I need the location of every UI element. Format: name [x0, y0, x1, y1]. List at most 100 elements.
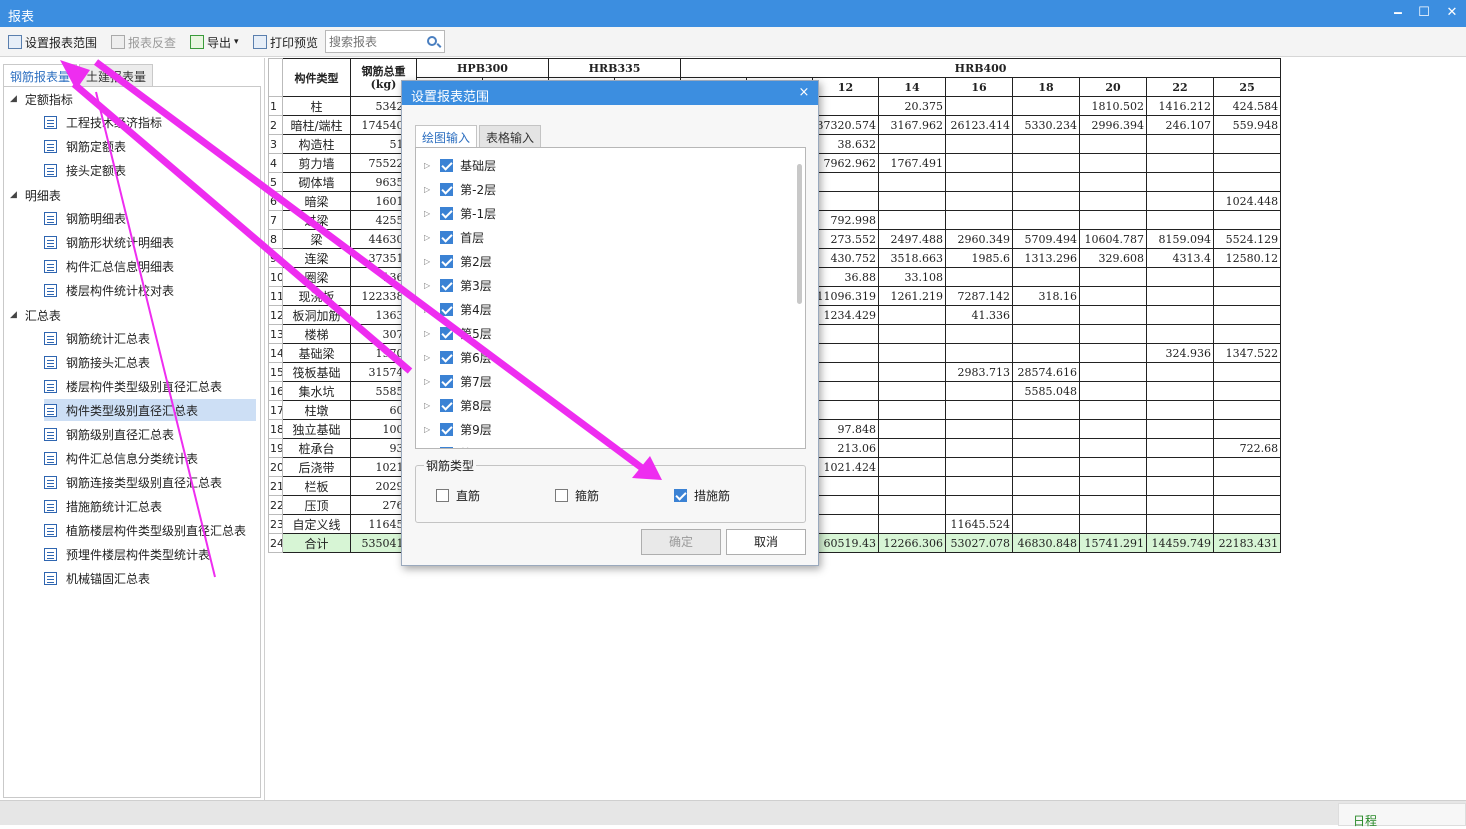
rebar-type-checkbox[interactable] — [436, 489, 449, 502]
data-cell[interactable] — [1146, 286, 1215, 306]
data-cell[interactable] — [812, 400, 880, 420]
data-cell[interactable] — [1012, 324, 1081, 344]
data-cell[interactable]: 3167.962 — [878, 115, 947, 135]
data-cell[interactable]: 1810.502 — [1079, 96, 1148, 116]
data-cell[interactable] — [878, 191, 947, 211]
data-cell[interactable] — [1146, 210, 1215, 230]
tree-item[interactable]: 钢筋明细表 — [44, 207, 130, 229]
data-cell[interactable] — [1079, 381, 1148, 401]
floor-item[interactable]: ▷ 第4层 — [424, 299, 492, 319]
expand-arrow-icon[interactable]: ▷ — [424, 281, 430, 290]
data-cell[interactable] — [1079, 362, 1148, 382]
data-cell[interactable] — [812, 495, 880, 515]
data-cell[interactable] — [945, 381, 1014, 401]
component-type-cell[interactable]: 集水坑 — [282, 381, 351, 401]
floor-checkbox[interactable] — [440, 182, 454, 196]
rebar-type-option[interactable]: 箍筋 — [555, 487, 599, 504]
data-cell[interactable]: 38.632 — [812, 134, 880, 154]
data-cell[interactable] — [945, 343, 1014, 363]
data-cell[interactable] — [1079, 438, 1148, 458]
data-cell[interactable] — [1012, 476, 1081, 496]
data-cell[interactable] — [1079, 514, 1148, 534]
data-cell[interactable] — [878, 514, 947, 534]
data-cell[interactable] — [1213, 362, 1282, 382]
component-type-cell[interactable]: 桩承台 — [282, 438, 351, 458]
data-cell[interactable]: 37320.574 — [812, 115, 880, 135]
data-cell[interactable] — [1213, 495, 1282, 515]
data-cell[interactable] — [1213, 514, 1282, 534]
expand-arrow-icon[interactable]: ▷ — [424, 449, 430, 450]
component-type-cell[interactable]: 楼梯 — [282, 324, 351, 344]
data-cell[interactable]: 1261.219 — [878, 286, 947, 306]
data-cell[interactable]: 10604.787 — [1079, 229, 1148, 249]
data-cell[interactable] — [945, 476, 1014, 496]
data-cell[interactable]: 7962.962 — [812, 153, 880, 173]
floor-checkbox[interactable] — [440, 206, 454, 220]
data-cell[interactable]: 5585.048 — [1012, 381, 1081, 401]
data-cell[interactable]: 5330.234 — [1012, 115, 1081, 135]
data-cell[interactable] — [1012, 210, 1081, 230]
data-cell[interactable] — [945, 324, 1014, 344]
component-type-cell[interactable]: 压顶 — [282, 495, 351, 515]
data-cell[interactable] — [1079, 191, 1148, 211]
data-cell[interactable] — [1012, 457, 1081, 477]
data-cell[interactable]: 60519.43 — [812, 533, 880, 553]
data-cell[interactable]: 46830.848 — [1012, 533, 1081, 553]
component-type-cell[interactable]: 剪力墙 — [282, 153, 351, 173]
tree-group[interactable]: ◢ 汇总表 — [10, 305, 61, 325]
data-cell[interactable]: 26123.414 — [945, 115, 1014, 135]
tree-item[interactable]: 楼层构件统计校对表 — [44, 279, 178, 301]
data-cell[interactable] — [878, 457, 947, 477]
tree-item[interactable]: 机械锚固汇总表 — [44, 567, 154, 589]
search-icon[interactable] — [427, 36, 437, 46]
data-cell[interactable]: 22183.431 — [1213, 533, 1282, 553]
component-type-cell[interactable]: 现浇板 — [282, 286, 351, 306]
tree-item[interactable]: 措施筋统计汇总表 — [44, 495, 166, 517]
data-cell[interactable]: 20.375 — [878, 96, 947, 116]
tree-item[interactable]: 预埋件楼层构件类型统计表 — [44, 543, 214, 565]
data-cell[interactable]: 5709.494 — [1012, 229, 1081, 249]
component-type-cell[interactable]: 连梁 — [282, 248, 351, 268]
floor-item[interactable]: ▷ 第10层 — [424, 443, 499, 450]
data-cell[interactable] — [945, 134, 1014, 154]
component-type-cell[interactable]: 基础梁 — [282, 343, 351, 363]
component-type-cell[interactable]: 构造柱 — [282, 134, 351, 154]
data-cell[interactable] — [945, 495, 1014, 515]
data-cell[interactable] — [1213, 134, 1282, 154]
data-cell[interactable] — [1146, 476, 1215, 496]
floor-item[interactable]: ▷ 第-2层 — [424, 179, 496, 199]
data-cell[interactable]: 1347.522 — [1213, 343, 1282, 363]
data-cell[interactable] — [1012, 134, 1081, 154]
data-cell[interactable] — [1213, 400, 1282, 420]
search-input[interactable] — [326, 31, 424, 52]
dialog-close-icon[interactable]: × — [796, 85, 812, 100]
data-cell[interactable]: 1021.424 — [812, 457, 880, 477]
tree-group[interactable]: ◢ 定额指标 — [10, 89, 73, 109]
set-range-button[interactable]: 设置报表范围 — [8, 32, 97, 52]
data-cell[interactable] — [1213, 305, 1282, 325]
data-cell[interactable] — [1079, 153, 1148, 173]
data-cell[interactable]: 792.998 — [812, 210, 880, 230]
data-cell[interactable]: 15741.291 — [1079, 533, 1148, 553]
data-cell[interactable]: 1313.296 — [1012, 248, 1081, 268]
component-type-cell[interactable]: 栏板 — [282, 476, 351, 496]
data-cell[interactable]: 2960.349 — [945, 229, 1014, 249]
component-type-cell[interactable]: 过梁 — [282, 210, 351, 230]
tree-group[interactable]: ◢ 明细表 — [10, 185, 61, 205]
expand-arrow-icon[interactable]: ▷ — [424, 353, 430, 362]
data-cell[interactable]: 4313.4 — [1146, 248, 1215, 268]
data-cell[interactable] — [1146, 457, 1215, 477]
component-type-cell[interactable]: 合计 — [282, 533, 351, 553]
component-type-cell[interactable]: 圈梁 — [282, 267, 351, 287]
data-cell[interactable] — [812, 191, 880, 211]
data-cell[interactable] — [812, 362, 880, 382]
data-cell[interactable]: 11645.524 — [945, 514, 1014, 534]
data-cell[interactable] — [878, 495, 947, 515]
data-cell[interactable] — [1079, 476, 1148, 496]
expand-arrow-icon[interactable]: ▷ — [424, 257, 430, 266]
data-cell[interactable]: 7287.142 — [945, 286, 1014, 306]
expand-arrow-icon[interactable]: ▷ — [424, 425, 430, 434]
tree-item[interactable]: 构件汇总信息分类统计表 — [44, 447, 202, 469]
data-cell[interactable] — [945, 172, 1014, 192]
dialog-tab-1[interactable]: 表格输入 — [479, 125, 542, 147]
